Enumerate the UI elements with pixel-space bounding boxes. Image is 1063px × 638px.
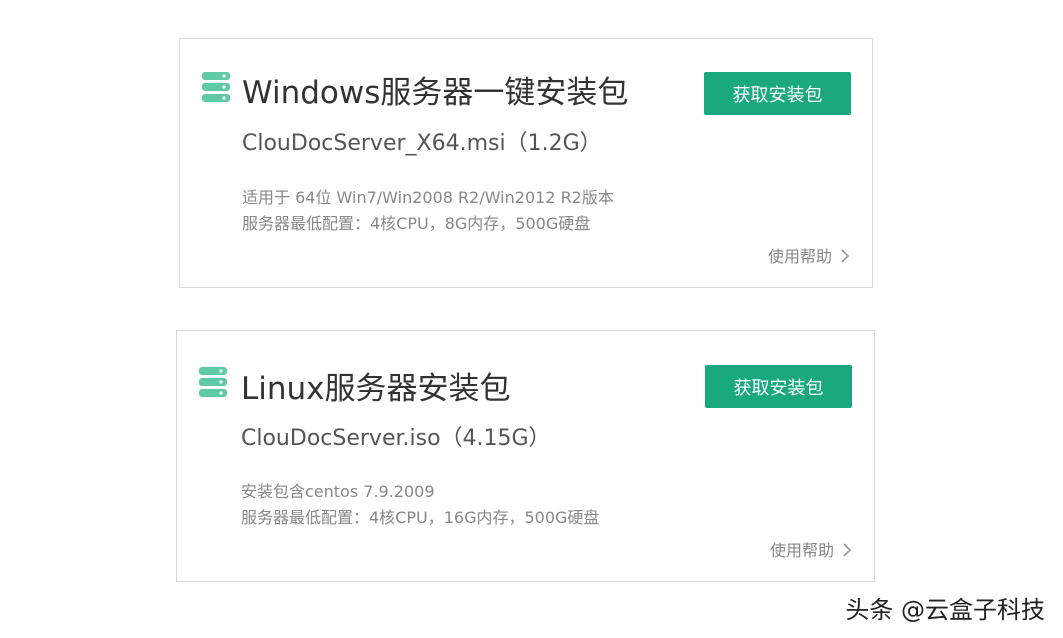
package-filename: ClouDocServer.iso（4.15G） [241, 426, 551, 451]
linux-installer-card: Linux服务器安装包 ClouDocServer.iso（4.15G） 安装包… [176, 330, 875, 582]
watermark: 头条 @云盒子科技 [845, 596, 1045, 624]
get-package-button[interactable]: 获取安装包 [705, 365, 852, 408]
help-link[interactable]: 使用帮助 [770, 537, 852, 561]
min-requirements-text: 服务器最低配置：4核CPU，16G内存，500G硬盘 [241, 508, 600, 527]
get-package-button[interactable]: 获取安装包 [704, 72, 851, 115]
help-link[interactable]: 使用帮助 [768, 243, 850, 267]
server-icon [199, 367, 227, 397]
windows-installer-card: Windows服务器一键安装包 ClouDocServer_X64.msi（1.… [179, 38, 873, 288]
server-icon [202, 72, 230, 102]
card-title: Linux服务器安装包 [241, 371, 511, 407]
min-requirements-text: 服务器最低配置：4核CPU，8G内存，500G硬盘 [242, 214, 591, 233]
compatibility-text: 适用于 64位 Win7/Win2008 R2/Win2012 R2版本 [242, 188, 614, 207]
chevron-right-icon [840, 248, 850, 263]
chevron-right-icon [842, 542, 852, 557]
help-link-label: 使用帮助 [767, 247, 832, 266]
package-filename: ClouDocServer_X64.msi（1.2G） [242, 131, 602, 156]
card-title: Windows服务器一键安装包 [242, 75, 629, 111]
bundled-os-text: 安装包含centos 7.9.2009 [241, 482, 435, 501]
help-link-label: 使用帮助 [769, 541, 834, 560]
